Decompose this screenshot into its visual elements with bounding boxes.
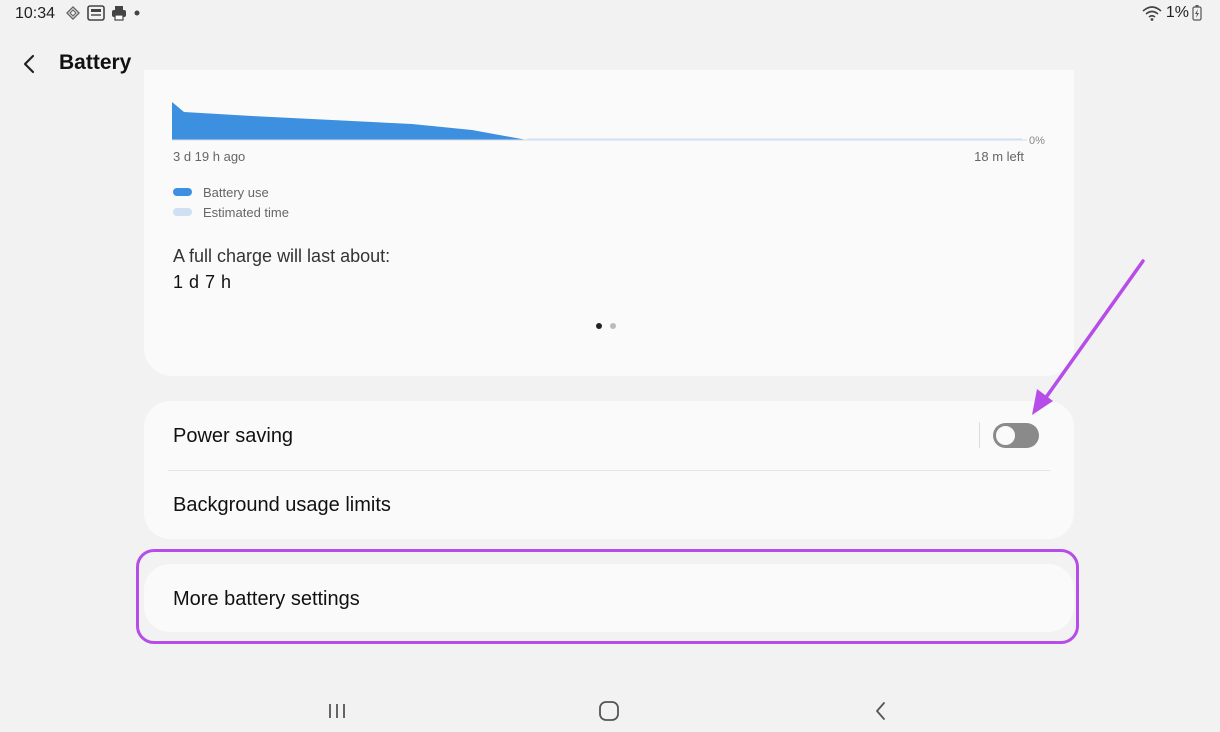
status-bar: 10:34 1%: [0, 0, 1220, 28]
legend-swatch-battery-use: [173, 188, 192, 196]
power-saving-row[interactable]: Power saving: [144, 401, 1074, 470]
nav-back-button[interactable]: [861, 696, 901, 726]
recents-icon: [329, 704, 345, 718]
legend-label: Estimated time: [203, 204, 289, 220]
battery-usage-chart: [172, 102, 1027, 141]
highlight-annotation: [136, 549, 1079, 644]
full-charge-label: A full charge will last about:: [173, 246, 391, 266]
y-tick-label: 0%: [1029, 135, 1045, 147]
power-settings-card: Power saving Background usage limits: [144, 401, 1074, 539]
legend-item: Estimated time: [173, 202, 289, 222]
battery-percent: 1%: [1165, 4, 1189, 21]
system-nav-bar: [0, 690, 1220, 732]
status-time: 10:34: [15, 5, 56, 22]
battery-use-area: [172, 102, 527, 140]
sync-icon: [66, 6, 80, 20]
full-charge-value: 1 d 7 h: [173, 272, 232, 292]
status-system-icons: 1%: [1141, 4, 1202, 22]
arrow-annotation: [1032, 259, 1145, 415]
dot-icon: [134, 10, 140, 16]
page-title: Battery: [59, 51, 132, 74]
x-tick-label-end: 18 m left: [974, 149, 1024, 164]
page-dot-active[interactable]: [596, 323, 602, 329]
legend-item: Battery use: [173, 182, 289, 202]
wifi-icon: [1142, 6, 1162, 21]
back-button[interactable]: [14, 49, 44, 79]
row-separator: [979, 422, 980, 448]
page-dot[interactable]: [610, 323, 616, 329]
background-usage-limits-label: Background usage limits: [173, 494, 391, 516]
page-indicator[interactable]: [596, 323, 616, 329]
recents-button[interactable]: [317, 696, 357, 726]
home-button[interactable]: [589, 696, 629, 726]
chart-legend: Battery use Estimated time: [173, 182, 289, 222]
chevron-left-icon: [23, 54, 35, 74]
news-icon: [87, 5, 105, 21]
home-icon: [599, 701, 619, 721]
power-saving-label: Power saving: [173, 425, 294, 447]
toggle-knob: [995, 425, 1016, 446]
back-icon: [876, 702, 885, 720]
power-saving-toggle[interactable]: [993, 423, 1039, 448]
legend-label: Battery use: [203, 184, 269, 200]
legend-swatch-estimated-time: [173, 208, 192, 216]
battery-charging-icon: [1192, 5, 1202, 21]
print-icon: [112, 6, 126, 21]
background-usage-limits-row[interactable]: Background usage limits: [144, 471, 1074, 539]
status-notification-icons: [64, 4, 142, 22]
battery-usage-card[interactable]: 0% 3 d 19 h ago 18 m left Battery use Es…: [144, 70, 1074, 376]
x-tick-label-start: 3 d 19 h ago: [173, 149, 246, 164]
